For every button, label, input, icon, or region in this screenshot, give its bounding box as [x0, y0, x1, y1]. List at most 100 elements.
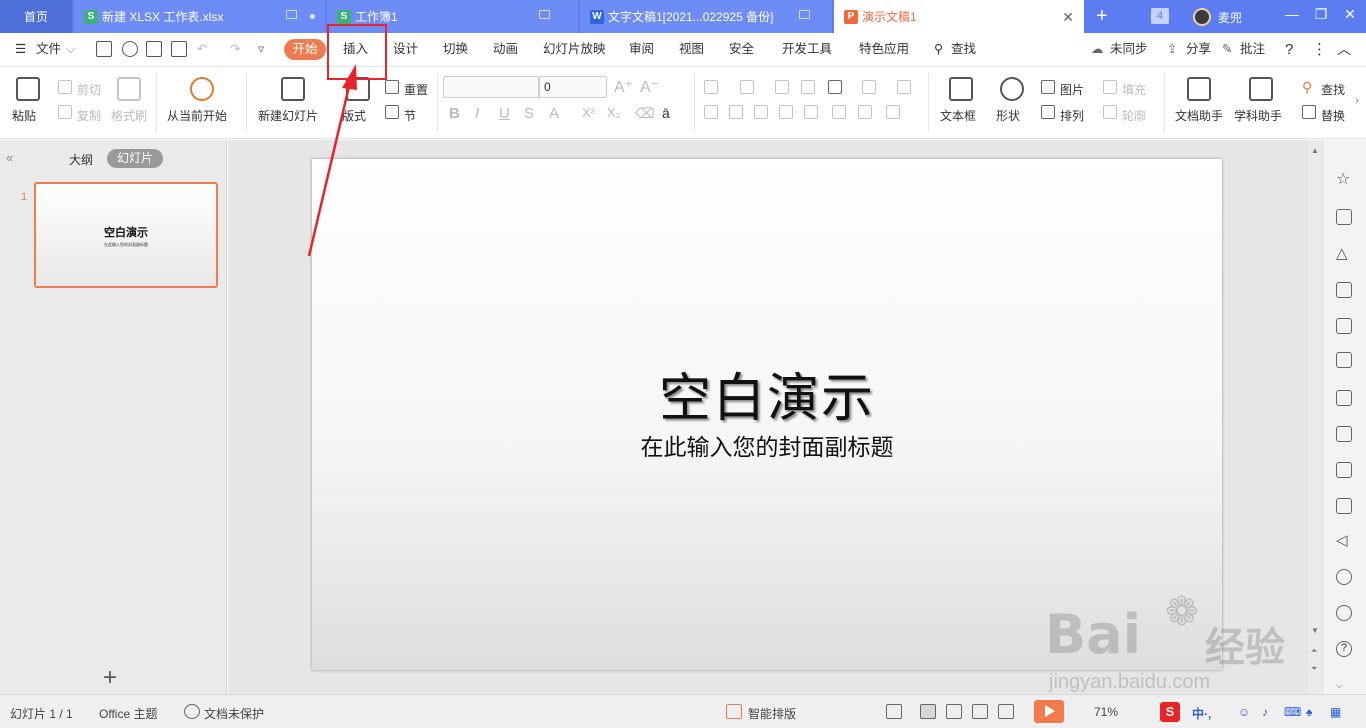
username[interactable]: 麦兜 — [1218, 9, 1242, 26]
layout-button[interactable]: 版式 — [342, 107, 366, 124]
more-icon[interactable]: ⋮ — [1312, 33, 1327, 66]
replace-button[interactable]: 替换 — [1321, 107, 1345, 124]
toolbox-icon[interactable]: ▦ — [1330, 705, 1341, 719]
new-tab-button[interactable]: + — [1096, 5, 1108, 27]
undo-icon[interactable]: ↶ — [197, 33, 207, 66]
print-icon[interactable] — [146, 41, 162, 57]
play-from-current-button[interactable]: 从当前开始 — [167, 107, 227, 124]
shield-icon[interactable] — [1336, 569, 1352, 585]
vertical-scrollbar[interactable]: ▲ ▼ ⏶ ⏷ — [1308, 140, 1322, 694]
paste-icon[interactable] — [16, 77, 40, 101]
doc-helper-button[interactable]: 文档助手 — [1175, 107, 1223, 124]
zoom-level[interactable]: 71% — [1094, 705, 1118, 719]
reset-button[interactable]: 重置 — [404, 81, 428, 98]
tab-xlsx-file[interactable]: S 新建 XLSX 工作表.xlsx — [74, 0, 325, 33]
outline-button[interactable]: 轮廓 — [1122, 107, 1146, 124]
keyboard-icon[interactable]: ⌨ — [1284, 705, 1301, 719]
window-count-badge[interactable]: 4 — [1151, 8, 1169, 24]
line-spacing-icon[interactable] — [897, 80, 911, 94]
tab-animation[interactable]: 动画 — [493, 33, 518, 66]
export-icon[interactable] — [1336, 426, 1352, 442]
cut-button[interactable]: 剪切 — [77, 81, 101, 98]
comment-button[interactable]: 批注 — [1240, 33, 1265, 66]
grow-font-icon[interactable]: A⁺ — [614, 77, 633, 97]
cloud-save-icon[interactable] — [122, 41, 138, 57]
settings-icon[interactable] — [1336, 352, 1352, 368]
tab-review[interactable]: 审阅 — [629, 33, 654, 66]
indent-settings-icon[interactable] — [886, 105, 900, 119]
shirt-icon[interactable]: ♠ — [1306, 705, 1312, 719]
italic-icon[interactable]: I — [475, 105, 479, 122]
close-window-icon[interactable]: ✕ — [1340, 6, 1360, 23]
ribbon-scroll-right-icon[interactable]: › — [1355, 93, 1359, 107]
history-icon[interactable] — [1336, 605, 1352, 621]
add-slide-button[interactable]: + — [103, 664, 117, 692]
clear-format-icon[interactable]: ⌫ — [635, 105, 655, 122]
menu-file[interactable]: 文件 — [36, 33, 61, 66]
character-spacing-icon[interactable]: ā — [662, 105, 670, 121]
decrease-indent-icon[interactable] — [775, 80, 789, 94]
tab-security[interactable]: 安全 — [729, 33, 754, 66]
cloud-icon[interactable]: ☁ — [1091, 33, 1104, 66]
shape-icon[interactable] — [1000, 77, 1024, 101]
ime-logo-icon[interactable]: S — [1160, 702, 1180, 722]
audio-icon[interactable]: ◁ — [1336, 533, 1352, 549]
paste-button[interactable]: 粘贴 — [12, 107, 36, 124]
outline-icon[interactable] — [1103, 105, 1117, 119]
window-pin-icon[interactable] — [286, 10, 297, 19]
underline-icon[interactable]: U — [499, 105, 510, 122]
section-icon[interactable] — [385, 105, 399, 119]
align-left-icon[interactable] — [704, 105, 718, 119]
fill-button[interactable]: 填充 — [1122, 81, 1146, 98]
ime-lang-icon[interactable]: 中·, — [1192, 705, 1211, 722]
archive-icon[interactable] — [1336, 462, 1352, 478]
font-color-icon[interactable]: A — [549, 105, 559, 122]
reading-view-icon[interactable] — [972, 704, 988, 719]
slides-tab[interactable]: 幻灯片 — [107, 149, 163, 168]
close-tab-icon[interactable]: ✕ — [1062, 9, 1074, 26]
subscript-icon[interactable]: X₂ — [607, 105, 621, 120]
scroll-down-icon[interactable]: ▼ — [1311, 626, 1319, 635]
sync-status[interactable]: 未同步 — [1110, 33, 1148, 66]
subject-helper-icon[interactable] — [1249, 77, 1273, 101]
justify-icon[interactable] — [779, 105, 793, 119]
copy-icon[interactable] — [58, 105, 72, 119]
font-name-select[interactable] — [443, 76, 539, 98]
fill-icon[interactable] — [1103, 80, 1117, 94]
new-slide-icon[interactable] — [281, 77, 305, 101]
font-size-select[interactable]: 0 — [539, 76, 607, 98]
bold-icon[interactable]: B — [449, 105, 460, 122]
comment-icon[interactable]: ✎ — [1222, 33, 1232, 66]
help-circle-icon[interactable]: ? — [1336, 641, 1352, 657]
star-icon[interactable]: ☆ — [1336, 172, 1352, 188]
share-icon[interactable]: ⇪ — [1167, 33, 1177, 66]
tab-slideshow[interactable]: 幻灯片放映 — [543, 33, 606, 66]
tab-home[interactable]: 首页 — [0, 0, 72, 33]
window-pin-icon[interactable] — [539, 10, 550, 19]
tab-devtools[interactable]: 开发工具 — [782, 33, 832, 66]
doc-helper-icon[interactable] — [1187, 77, 1211, 101]
outline-tab[interactable]: 大纲 — [69, 151, 93, 168]
find-icon[interactable]: ⚲ — [1302, 79, 1312, 96]
help-icon[interactable]: ? — [1285, 33, 1293, 66]
text-direction-icon[interactable] — [828, 80, 842, 94]
slide-sorter-icon[interactable] — [946, 704, 962, 719]
scroll-up-icon[interactable]: ▲ — [1311, 146, 1319, 155]
chevron-down-icon[interactable]: ⌵ — [66, 33, 75, 66]
print-preview-icon[interactable] — [171, 41, 187, 57]
theme-name[interactable]: Office 主题 — [99, 705, 157, 722]
cut-icon[interactable] — [58, 80, 72, 94]
slide-thumbnail[interactable]: 空白演示 在此输入您的封面副标题 — [34, 182, 218, 288]
text-shadow-icon[interactable]: S — [524, 105, 534, 122]
picture-icon[interactable] — [1041, 80, 1055, 94]
tab-presentation[interactable]: P 演示文稿1 ✕ — [834, 0, 1084, 33]
copy-style-icon[interactable] — [1336, 209, 1352, 225]
layout-icon[interactable] — [346, 77, 370, 101]
tab-transition[interactable]: 切换 — [443, 33, 468, 66]
emoji-icon[interactable]: ☺ — [1238, 705, 1250, 719]
format-painter-button[interactable]: 格式刷 — [111, 107, 147, 124]
align-text-icon[interactable] — [858, 105, 872, 119]
minimize-icon[interactable]: — — [1282, 6, 1302, 22]
grid-icon[interactable] — [1336, 282, 1352, 298]
increase-indent-icon[interactable] — [801, 80, 815, 94]
